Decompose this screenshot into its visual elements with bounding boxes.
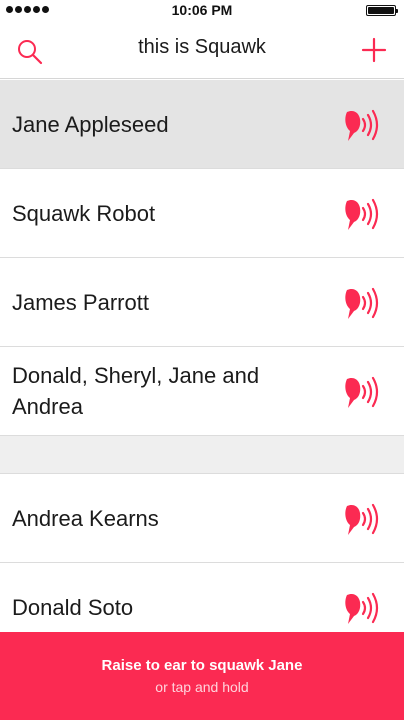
contact-row[interactable]: Squawk Robot (0, 169, 404, 258)
squawk-button[interactable] (342, 281, 382, 325)
squawk-instruction: Raise to ear to squawk Jane (101, 657, 303, 674)
nav-bar: this is Squawk (0, 22, 404, 79)
contact-row[interactable]: Andrea Kearns (0, 474, 404, 563)
contact-name: Squawk Robot (12, 200, 156, 226)
status-time: 10:06 PM (171, 2, 233, 18)
contact-name: Andrea Kearns (12, 505, 159, 531)
squawk-button[interactable] (342, 497, 382, 541)
contact-name: Donald, Sheryl, Jane and Andrea (12, 363, 260, 419)
squawk-hint: or tap and hold (155, 679, 249, 695)
add-button[interactable] (360, 36, 388, 64)
contact-list: Jane Appleseed Squawk Robot James Parrot… (0, 80, 404, 652)
squawk-button[interactable] (342, 586, 382, 630)
squawk-bird-icon (345, 109, 379, 141)
squawk-bird-icon (345, 198, 379, 230)
battery-icon (366, 5, 398, 16)
squawk-button[interactable] (342, 192, 382, 236)
contact-row[interactable]: Donald, Sheryl, Jane and Andrea (0, 347, 404, 436)
squawk-bird-icon (345, 376, 379, 408)
squawk-bird-icon (345, 592, 379, 624)
squawk-bird-icon (345, 503, 379, 535)
section-divider (0, 436, 404, 474)
plus-icon (361, 37, 387, 63)
squawk-action-bar[interactable]: Raise to ear to squawk Jane or tap and h… (0, 632, 404, 720)
contact-row[interactable]: Jane Appleseed (0, 80, 404, 169)
status-bar: 10:06 PM (0, 0, 404, 22)
contact-row[interactable]: James Parrott (0, 258, 404, 347)
squawk-bird-icon (345, 287, 379, 319)
contact-name: James Parrott (12, 289, 149, 315)
squawk-button[interactable] (342, 370, 382, 414)
contact-name: Jane Appleseed (12, 111, 169, 137)
squawk-button[interactable] (342, 103, 382, 147)
page-title: this is Squawk (138, 36, 266, 58)
